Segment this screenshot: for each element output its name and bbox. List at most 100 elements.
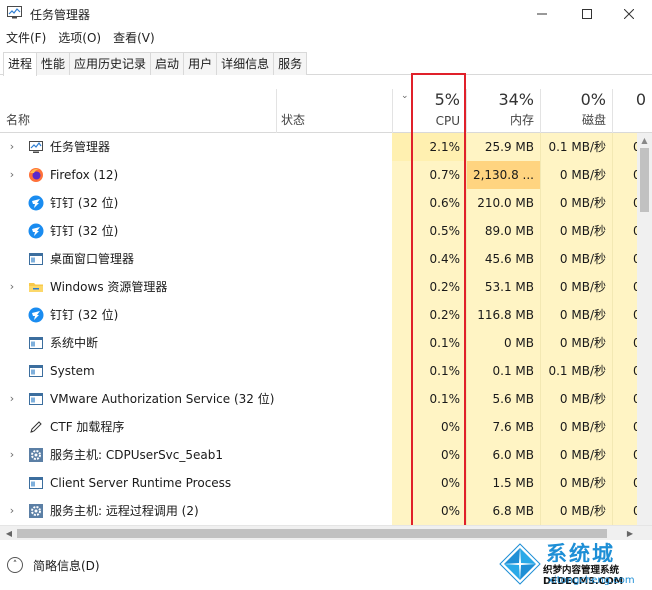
process-cpu: 0.1% [392, 357, 466, 385]
process-row[interactable]: › 任务管理器 2.1% 25.9 MB 0.1 MB/秒 0 [0, 133, 637, 161]
window-app-icon [28, 251, 44, 267]
process-disk: 0.1 MB/秒 [540, 357, 612, 385]
column-disk-label: 磁盘 [581, 113, 606, 127]
tab-services[interactable]: 服务 [273, 52, 308, 75]
process-row[interactable]: System 0.1% 0.1 MB 0.1 MB/秒 0 [0, 357, 637, 385]
process-cpu: 0.2% [392, 273, 466, 301]
tab-details[interactable]: 详细信息 [216, 52, 275, 75]
scroll-right-icon[interactable]: ▶ [624, 526, 636, 541]
maximize-button[interactable] [564, 0, 610, 27]
expand-chevron-icon[interactable]: › [6, 133, 18, 161]
process-row[interactable]: › 服务主机: 远程过程调用 (2) 0% 6.8 MB 0 MB/秒 0 [0, 497, 637, 525]
horizontal-scroll-thumb[interactable] [17, 529, 607, 538]
disk-total-percent: 0% [580, 90, 606, 109]
process-row[interactable]: Client Server Runtime Process 0% 1.5 MB 0 M… [0, 469, 637, 497]
process-row[interactable]: CTF 加载程序 0% 7.6 MB 0 MB/秒 0 [0, 413, 637, 441]
process-cpu: 0% [392, 497, 466, 525]
column-memory[interactable]: 34% 内存 [466, 89, 540, 133]
process-disk: 0 MB/秒 [540, 441, 612, 469]
minimize-icon [537, 13, 547, 14]
process-memory: 1.5 MB [466, 469, 540, 497]
process-row[interactable]: › VMware Authorization Service (32 位) 0.1%… [0, 385, 637, 413]
tab-processes[interactable]: 进程 [3, 52, 38, 76]
process-name: Firefox (12) [50, 168, 119, 182]
process-disk: 0 MB/秒 [540, 329, 612, 357]
process-cpu: 0.4% [392, 245, 466, 273]
fewer-details-button[interactable]: 简略信息(D) [33, 557, 100, 574]
process-row[interactable]: 钉钉 (32 位) 0.6% 210.0 MB 0 MB/秒 0 [0, 189, 637, 217]
process-name: Client Server Runtime Process [50, 476, 232, 490]
process-network: 0 [612, 189, 637, 217]
column-name-label: 名称 [6, 113, 31, 127]
column-cpu[interactable]: ⌄ 5% CPU [392, 89, 466, 133]
menu-file[interactable]: 文件(F) [0, 29, 52, 48]
column-status[interactable]: 状态 [276, 89, 392, 133]
expand-chevron-icon[interactable]: › [6, 273, 18, 301]
process-disk: 0 MB/秒 [540, 385, 612, 413]
process-network: 0 [612, 497, 637, 525]
expand-chevron-icon[interactable]: › [6, 497, 18, 525]
process-cpu: 0% [392, 469, 466, 497]
process-row[interactable]: 桌面窗口管理器 0.4% 45.6 MB 0 MB/秒 0 [0, 245, 637, 273]
vertical-scrollbar[interactable]: ▲ [637, 133, 652, 525]
process-disk: 0 MB/秒 [540, 301, 612, 329]
process-row[interactable]: › Windows 资源管理器 0.2% 53.1 MB 0 MB/秒 0 [0, 273, 637, 301]
process-name: CTF 加载程序 [50, 420, 125, 434]
process-row[interactable]: › 服务主机: CDPUserSvc_5eab1 0% 6.0 MB 0 MB/秒 0 [0, 441, 637, 469]
column-disk[interactable]: 0% 磁盘 [540, 89, 612, 133]
process-row[interactable]: 钉钉 (32 位) 0.2% 116.8 MB 0 MB/秒 0 [0, 301, 637, 329]
menu-view[interactable]: 查看(V) [107, 29, 161, 48]
chevron-up-icon[interactable]: ˄ [7, 557, 23, 573]
cpu-total-percent: 5% [434, 90, 460, 109]
tab-startup[interactable]: 启动 [150, 52, 185, 75]
process-disk: 0 MB/秒 [540, 217, 612, 245]
window-app-icon [28, 391, 44, 407]
process-row[interactable]: 系统中断 0.1% 0 MB 0 MB/秒 0 [0, 329, 637, 357]
window-app-icon [28, 335, 44, 351]
menu-options[interactable]: 选项(O) [52, 29, 107, 48]
dingtalk-icon [28, 195, 44, 211]
tab-app-history[interactable]: 应用历史记录 [69, 52, 152, 75]
process-disk: 0 MB/秒 [540, 469, 612, 497]
process-disk: 0 MB/秒 [540, 273, 612, 301]
expand-chevron-icon[interactable]: › [6, 385, 18, 413]
sort-down-icon: ⌄ [401, 91, 409, 101]
process-row[interactable]: › Firefox (12) 0.7% 2,130.8 ... 0 MB/秒 0 [0, 161, 637, 189]
column-network[interactable]: 0 [612, 89, 652, 133]
process-row[interactable]: 钉钉 (32 位) 0.5%89.0 MB0 MB/秒0.1 [0, 217, 637, 245]
process-cpu: 0% [392, 413, 466, 441]
scroll-up-icon[interactable]: ▲ [637, 133, 652, 148]
process-network: 0 [612, 469, 637, 497]
process-disk: 0 MB/秒 [540, 161, 612, 189]
expand-chevron-icon[interactable]: › [6, 441, 18, 469]
xitongcheng-logo-icon [499, 543, 541, 585]
expand-chevron-icon[interactable]: › [6, 161, 18, 189]
scroll-left-icon[interactable]: ◀ [3, 526, 15, 541]
tab-users[interactable]: 用户 [183, 52, 218, 75]
process-cpu: 0% [392, 441, 466, 469]
process-name: 系统中断 [50, 336, 99, 350]
gear-icon [28, 503, 44, 519]
process-memory: 45.6 MB [466, 245, 540, 273]
process-network: 0 [612, 245, 637, 273]
process-network: 0 [612, 385, 637, 413]
process-name: 任务管理器 [50, 140, 111, 154]
column-cpu-label: CPU [435, 114, 460, 128]
minimize-button[interactable] [519, 0, 565, 27]
process-memory: 6.0 MB [466, 441, 540, 469]
column-status-label: 状态 [281, 113, 306, 127]
process-name: 钉钉 (32 位) [50, 224, 119, 238]
tab-performance[interactable]: 性能 [36, 52, 71, 75]
column-name[interactable]: 名称 [0, 89, 276, 133]
column-memory-label: 内存 [509, 113, 534, 127]
close-button[interactable] [606, 0, 652, 27]
process-network: 0 [612, 133, 637, 161]
process-name: 桌面窗口管理器 [50, 252, 135, 266]
process-network: 0 [612, 441, 637, 469]
process-disk: 0 MB/秒 [540, 189, 612, 217]
process-network: 0 [612, 161, 637, 189]
dingtalk-icon [28, 307, 44, 323]
column-header: 名称 状态 ⌄ 5% CPU 34% 内存 0% 磁盘 0 [0, 89, 652, 133]
task-manager-icon [7, 6, 22, 19]
vertical-scroll-thumb[interactable] [640, 148, 649, 212]
